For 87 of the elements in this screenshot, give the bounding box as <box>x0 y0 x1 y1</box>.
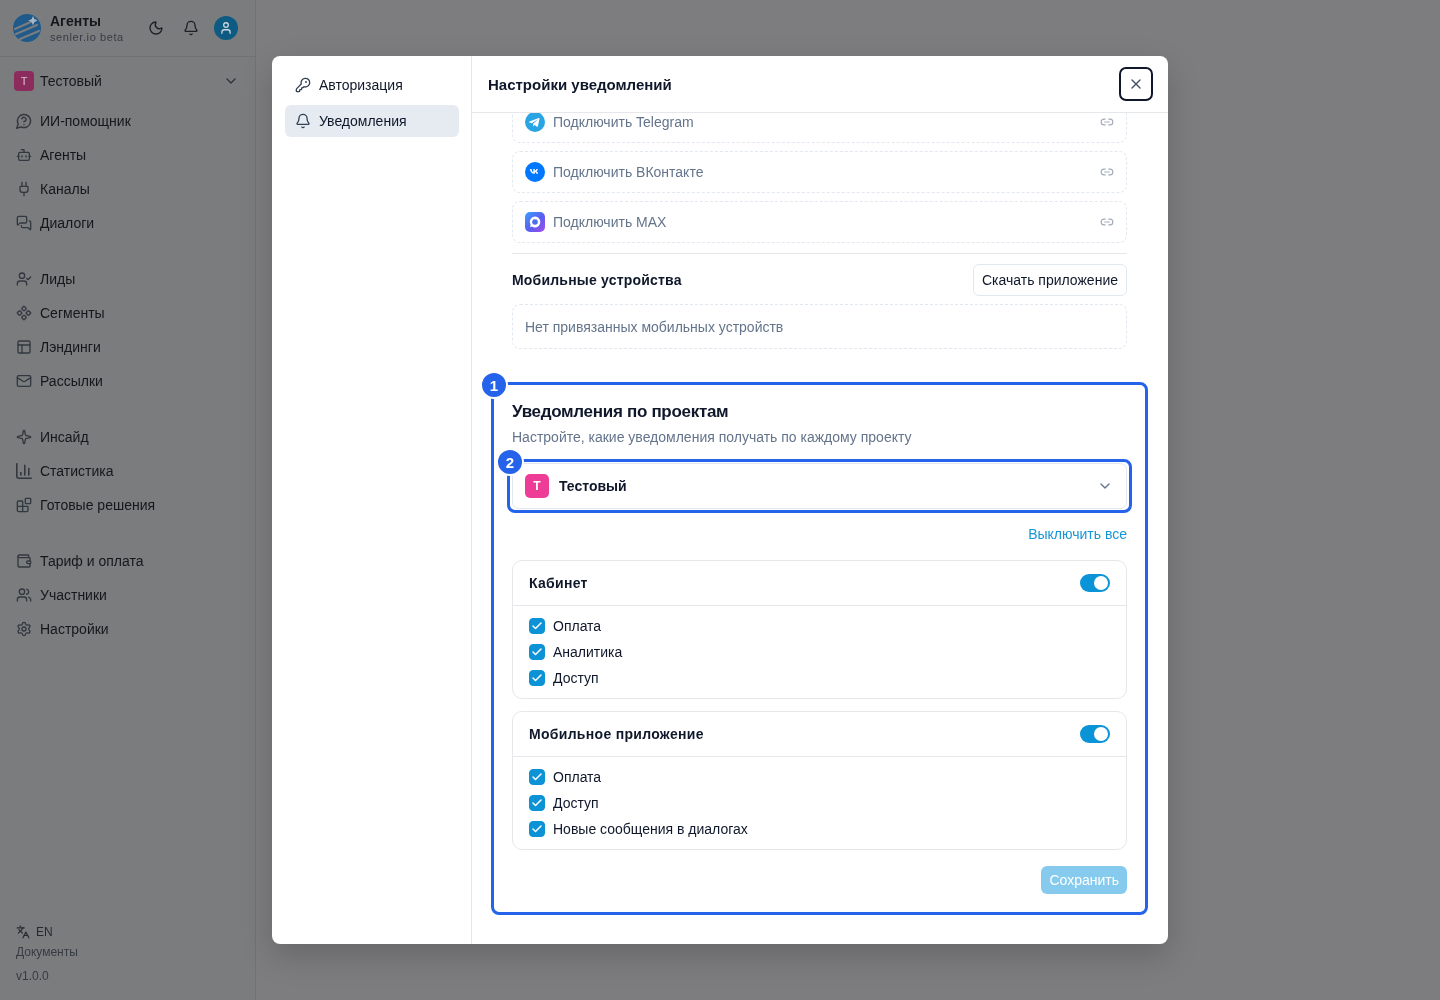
nav-item[interactable]: Диалоги <box>8 206 247 240</box>
users-icon <box>16 587 32 603</box>
check-icon <box>531 672 543 684</box>
moon-icon <box>148 20 164 36</box>
checkbox-label: Оплата <box>553 769 602 785</box>
empty-state: Нет привязанных мобильных устройств <box>512 304 1127 349</box>
settings-tab[interactable]: Авторизация <box>285 69 459 101</box>
check-icon <box>531 797 543 809</box>
diamonds-icon <box>16 305 32 321</box>
telegram-icon <box>525 113 545 132</box>
toggle-switch[interactable] <box>1080 574 1110 592</box>
nav-item[interactable]: Статистика <box>8 454 247 488</box>
step-marker: 2 <box>496 448 524 476</box>
step-marker: 1 <box>480 371 508 399</box>
check-icon <box>531 646 543 658</box>
checkbox[interactable] <box>529 618 545 634</box>
brand-logo <box>11 12 43 44</box>
dialog-title: Настройки уведомлений <box>488 75 672 93</box>
translate-icon <box>16 925 30 939</box>
nav-item[interactable]: Участники <box>8 578 247 612</box>
user-avatar[interactable] <box>214 16 238 40</box>
plug-icon <box>16 181 32 197</box>
project-initial: Т <box>525 474 549 498</box>
bar-chart-icon <box>16 463 32 479</box>
checkbox[interactable] <box>529 795 545 811</box>
docs-link[interactable]: Документы <box>16 944 78 960</box>
connect-button[interactable]: Подключить ВКонтакте <box>512 151 1127 193</box>
toggle-switch[interactable] <box>1080 725 1110 743</box>
disable-all-link[interactable]: Выключить все <box>1028 524 1127 544</box>
max-icon <box>525 212 545 232</box>
check-icon <box>531 823 543 835</box>
link-icon <box>1100 215 1114 229</box>
user-check-icon <box>16 271 32 287</box>
vk-icon <box>525 162 545 182</box>
key-icon <box>295 77 311 93</box>
language-button[interactable]: EN <box>16 924 53 940</box>
section-title: Мобильные устройства <box>512 272 682 288</box>
checkbox[interactable] <box>529 670 545 686</box>
connect-button[interactable]: Подключить MAX <box>512 201 1127 243</box>
checkbox[interactable] <box>529 769 545 785</box>
layout-icon <box>16 339 32 355</box>
nav-item[interactable]: Настройки <box>8 612 247 646</box>
download-app-button[interactable]: Скачать приложение <box>972 264 1127 296</box>
nav-item[interactable]: Каналы <box>8 172 247 206</box>
nav-item[interactable]: Готовые решения <box>8 488 247 522</box>
bell-icon <box>183 20 199 36</box>
brand-title: Агенты <box>50 12 102 30</box>
link-icon <box>1100 115 1114 129</box>
check-icon <box>531 620 543 632</box>
nav-item[interactable]: Агенты <box>8 138 247 172</box>
sparkle-icon <box>16 429 32 445</box>
nav-item[interactable]: Лиды <box>8 262 247 296</box>
settings-tab[interactable]: Уведомления <box>285 105 459 137</box>
nav-item[interactable]: Тариф и оплата <box>8 544 247 578</box>
user-icon <box>219 21 233 35</box>
nav-item[interactable]: Инсайд <box>8 420 247 454</box>
project-initial: Т <box>14 71 34 91</box>
card-title: Мобильное приложение <box>529 726 704 742</box>
check-icon <box>531 771 543 783</box>
nav-item[interactable]: Лэндинги <box>8 330 247 364</box>
link-icon <box>1100 165 1114 179</box>
checkbox-label: Оплата <box>553 618 602 634</box>
brand-subtitle: senler.io beta <box>50 29 124 44</box>
nav-item[interactable]: Сегменты <box>8 296 247 330</box>
nav-item[interactable]: Рассылки <box>8 364 247 398</box>
block-title: Уведомления по проектам <box>512 401 730 423</box>
chat-bubbles-icon <box>16 215 32 231</box>
settings-icon <box>16 621 32 637</box>
checkbox-label: Доступ <box>553 670 599 686</box>
version-text: v1.0.0 <box>16 968 49 984</box>
close-button[interactable] <box>1119 67 1153 101</box>
wallet-icon <box>16 553 32 569</box>
bell-icon <box>295 113 311 129</box>
checkbox[interactable] <box>529 821 545 837</box>
robot-icon <box>16 147 32 163</box>
block-subtitle: Настройте, какие уведомления получать по каждому проекту <box>512 428 913 447</box>
blocks-icon <box>16 497 32 513</box>
checkbox-label: Аналитика <box>553 644 623 660</box>
card-title: Кабинет <box>529 575 588 591</box>
checkbox[interactable] <box>529 644 545 660</box>
nav-item[interactable]: ИИ-помощник <box>8 104 247 138</box>
project-switcher[interactable]: Т Тестовый <box>0 68 255 94</box>
checkbox-label: Доступ <box>553 795 599 811</box>
checkbox-label: Новые сообщения в диалогах <box>553 821 748 837</box>
question-bubble-icon <box>16 113 32 129</box>
envelope-icon <box>16 373 32 389</box>
connect-button[interactable]: Подключить Telegram <box>512 113 1127 143</box>
